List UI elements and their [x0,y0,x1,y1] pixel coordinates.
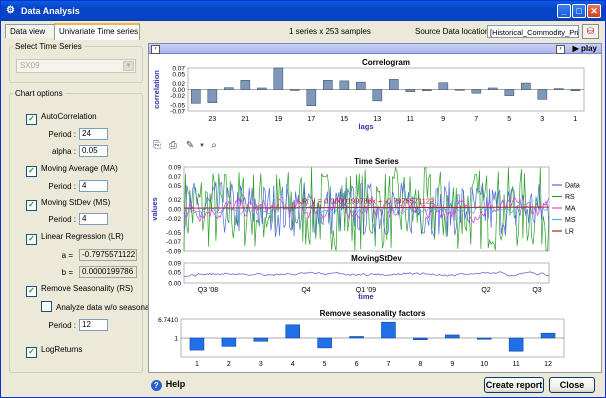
minimize-icon: _ [561,6,567,16]
play-bar: ‹ › ▶ play [148,43,602,54]
source-label: Source Data location : [415,27,494,36]
series-select[interactable]: SX09 ▼ [16,59,136,73]
step-forward-icon[interactable]: › [556,45,565,54]
app-icon: ⚙ [6,5,15,16]
ms-period-input[interactable]: 4 [79,213,108,225]
lr-b-label: b = [61,268,73,277]
lr-a-value: -0.7975571122 [79,249,137,261]
checkbox-check-icon: ✓ [26,200,37,211]
maximize-icon: □ [576,6,582,16]
chart-options-label: Chart options [13,89,65,98]
lr-a-label: a = [61,251,73,260]
create-report-button[interactable]: Create report [484,377,544,393]
remove-seasonality-label: Remove Seasonality (RS) [41,284,134,293]
autocorr-period-label: Period : [48,130,76,139]
play-label: play [580,44,597,53]
help-label: Help [165,379,186,389]
data-analysis-window: ⚙ Data Analysis _ □ ✕ Data view Univaria… [0,0,606,398]
checkbox-check-icon: ✓ [26,347,37,358]
autocorr-period-input[interactable]: 24 [79,128,108,140]
logreturns-label: LogReturns [41,345,83,354]
select-series-label: Select Time Series [13,42,84,51]
print-icon[interactable]: ⎙ [167,140,179,152]
linear-regression-checkbox[interactable]: ✓ Linear Regression (LR) [26,232,124,245]
help-button[interactable]: ? Help [148,377,188,393]
chart-area [148,43,602,373]
linear-regression-label: Linear Regression (LR) [41,232,124,241]
alpha-label: alpha : [51,147,76,156]
maximize-button[interactable]: □ [572,4,586,18]
autocorrelation-checkbox[interactable]: ✓ AutoCorrelation [26,112,97,125]
source-location-field[interactable]: [Historical_Commodity_Prices [487,25,579,38]
play-button[interactable]: ▶ play [573,44,597,54]
browse-icon: ⛁ [586,26,595,36]
analyze-without-seasonality-checkbox[interactable]: Analyze data w/o seasonality [41,301,159,312]
checkbox-check-icon: ✓ [26,286,37,297]
checkbox-empty-icon [41,301,52,312]
alpha-input[interactable]: 0.05 [79,145,108,157]
checkbox-check-icon: ✓ [26,166,37,177]
copy-icon[interactable]: ⎘ [151,140,163,152]
lr-b-value: 0.0000199786 [79,266,137,278]
ma-period-input[interactable]: 4 [79,180,108,192]
chart-edit-icon[interactable]: ✎ [184,140,196,152]
rs-period-label: Period : [48,321,76,330]
ms-period-label: Period : [48,215,76,224]
analyze-without-seasonality-label: Analyze data w/o seasonality [56,303,160,312]
checkbox-check-icon: ✓ [26,114,37,125]
browse-button[interactable]: ⛁ [582,24,599,39]
moving-average-label: Moving Average (MA) [41,164,118,173]
moving-stdev-checkbox[interactable]: ✓ Moving StDev (MS) [26,198,110,211]
series-select-value: SX09 [20,61,40,70]
moving-stdev-label: Moving StDev (MS) [41,198,111,207]
ma-period-label: Period : [48,182,76,191]
minimize-button[interactable]: _ [557,4,571,18]
chevron-down-icon[interactable]: ▼ [123,61,134,71]
zoom-icon[interactable]: ⌕ [208,140,220,152]
title-bar[interactable]: ⚙ Data Analysis _ □ ✕ [1,1,605,21]
checkbox-check-icon: ✓ [26,234,37,245]
series-count: 1 series x 253 samples [289,27,371,36]
window-title: Data Analysis [21,6,80,16]
close-window-button[interactable]: ✕ [587,4,601,18]
rs-period-input[interactable]: 12 [79,319,108,331]
remove-seasonality-checkbox[interactable]: ✓ Remove Seasonality (RS) [26,284,133,297]
tab-univariate-time-series[interactable]: Univariate Time series [54,23,140,40]
close-icon: ✕ [590,6,598,16]
close-button[interactable]: Close [549,377,595,393]
logreturns-checkbox[interactable]: ✓ LogReturns [26,345,82,358]
step-back-icon[interactable]: ‹ [151,45,160,54]
help-icon: ? [150,380,162,391]
moving-average-checkbox[interactable]: ✓ Moving Average (MA) [26,164,118,177]
autocorrelation-label: AutoCorrelation [41,112,97,121]
dropdown-icon[interactable]: ▼ [196,140,208,152]
